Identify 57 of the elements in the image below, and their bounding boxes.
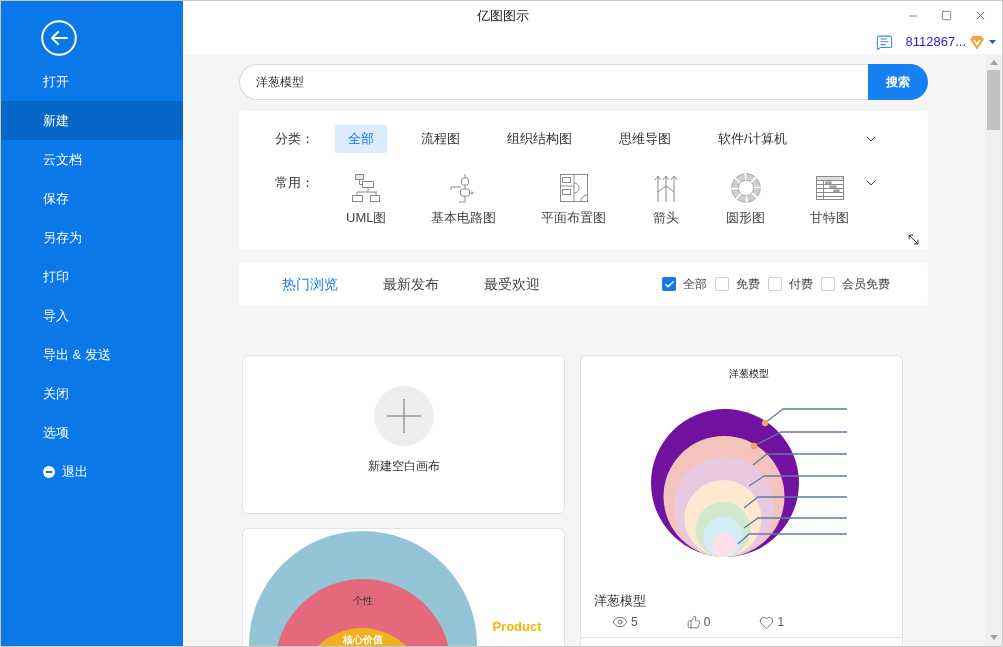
ring-icon bbox=[730, 173, 761, 203]
like-count: 0 bbox=[703, 614, 711, 631]
expand-icon[interactable] bbox=[906, 232, 921, 247]
eye-icon bbox=[612, 614, 628, 630]
window-title: 亿图图示 bbox=[477, 6, 529, 25]
user-id[interactable]: 8112867... bbox=[905, 32, 966, 52]
checkbox[interactable] bbox=[715, 277, 729, 291]
maximize-icon[interactable] bbox=[941, 10, 952, 21]
new-canvas-card[interactable]: 新建空白画布 bbox=[242, 355, 565, 514]
diagram-title: Product bbox=[492, 619, 542, 634]
close-icon[interactable] bbox=[974, 9, 987, 22]
add-icon bbox=[373, 386, 434, 446]
diagram-type-button[interactable]: 圆形图 bbox=[726, 173, 766, 227]
diagram-type-button[interactable]: 箭头 bbox=[651, 173, 682, 227]
sidebar-item[interactable]: 新建 bbox=[1, 101, 183, 140]
layer-label: 个性 bbox=[353, 595, 373, 606]
layer-label: 核心价值 bbox=[343, 634, 383, 645]
diagram-title: 洋葱模型 bbox=[729, 368, 769, 379]
template-card[interactable]: 洋葱模型 洋葱模型 5 0 1 bbox=[580, 355, 903, 646]
thumbs-up-icon[interactable] bbox=[686, 615, 701, 629]
minus-circle-icon bbox=[43, 465, 55, 478]
chat-icon[interactable] bbox=[875, 33, 893, 51]
search-field[interactable]: 洋葱模型 bbox=[239, 64, 868, 100]
filter-label[interactable]: 免费 bbox=[736, 275, 760, 293]
filter-label[interactable]: 会员免费 bbox=[842, 275, 890, 293]
scroll-down-icon[interactable] bbox=[989, 635, 998, 640]
diagram-type-button[interactable]: 基本电路图 bbox=[431, 173, 497, 227]
checkbox[interactable] bbox=[662, 277, 676, 291]
diagram-type-button[interactable]: 平面布置图 bbox=[541, 173, 607, 227]
favorite-count: 1 bbox=[777, 614, 785, 631]
search-button[interactable]: 搜索 bbox=[868, 64, 928, 100]
view-count: 5 bbox=[631, 614, 638, 631]
sort-tab[interactable]: 最受欢迎 bbox=[484, 273, 540, 295]
category-label: 分类： bbox=[275, 130, 315, 149]
template-name: 洋葱模型 bbox=[594, 592, 647, 610]
scroll-up-icon[interactable] bbox=[989, 60, 998, 65]
filter-label[interactable]: 付费 bbox=[789, 275, 813, 293]
diagram-type-button[interactable]: 甘特图 bbox=[810, 173, 850, 227]
scrollbar-thumb[interactable] bbox=[987, 70, 1000, 130]
back-icon[interactable] bbox=[41, 20, 77, 56]
sort-tab[interactable]: 热门浏览 bbox=[282, 273, 338, 295]
marker-dot bbox=[761, 419, 769, 427]
check-icon bbox=[663, 278, 675, 290]
checkbox[interactable] bbox=[768, 277, 782, 291]
caret-down-icon[interactable] bbox=[989, 40, 996, 44]
filter-label[interactable]: 全部 bbox=[683, 275, 707, 293]
checkbox[interactable] bbox=[821, 277, 835, 291]
sort-tab[interactable]: 最新发布 bbox=[383, 273, 439, 295]
heart-icon[interactable] bbox=[759, 614, 775, 630]
category-option[interactable]: 全部 bbox=[335, 125, 387, 153]
org-chart-icon bbox=[351, 173, 382, 203]
diagram-type-button[interactable]: UML图 bbox=[346, 173, 387, 227]
floor-plan-icon bbox=[558, 173, 589, 203]
marker-dot bbox=[750, 442, 758, 450]
v-badge-icon bbox=[969, 34, 985, 50]
template-card[interactable]: 个性 核心价值 Product bbox=[242, 528, 565, 646]
common-label: 常用： bbox=[275, 174, 315, 192]
